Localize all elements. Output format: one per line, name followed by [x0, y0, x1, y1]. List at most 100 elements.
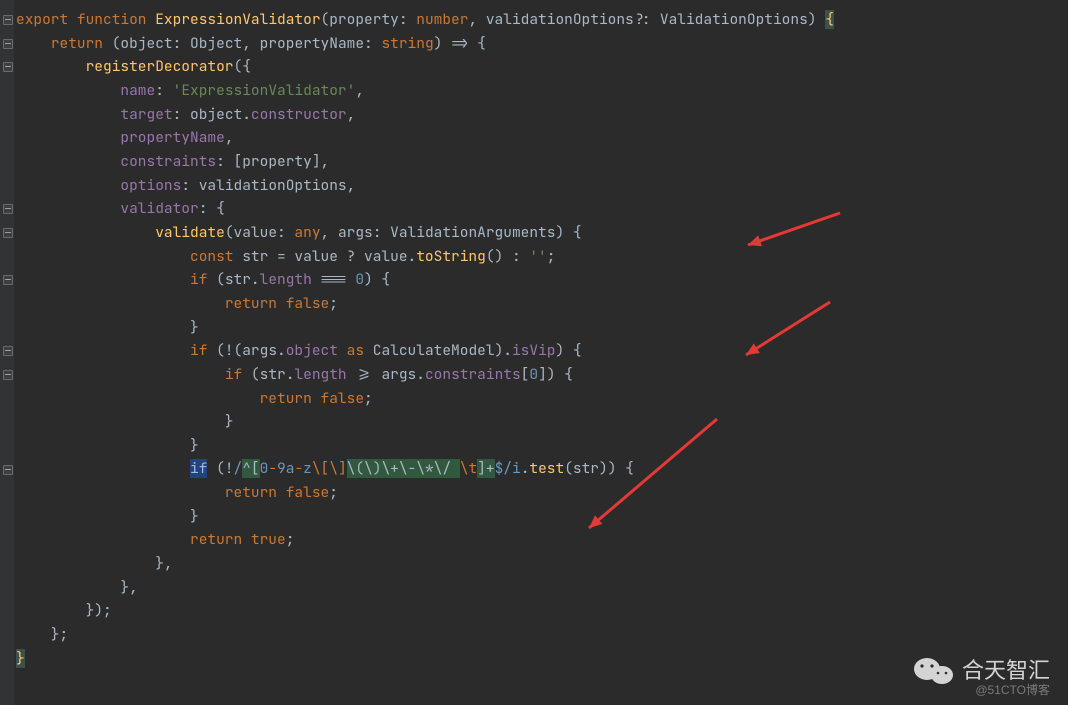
code-line[interactable]: target: object.constructor, [16, 103, 834, 127]
token [16, 176, 120, 195]
fold-toggle-icon[interactable] [3, 15, 13, 25]
code-line[interactable]: validate(value: any, args: ValidationArg… [16, 221, 834, 245]
token: . [242, 105, 251, 124]
token: const [190, 247, 234, 266]
code-line[interactable]: name: 'ExpressionValidator', [16, 79, 834, 103]
code-line[interactable]: return (object: Object, propertyName: st… [16, 32, 834, 56]
token: ). [495, 341, 512, 360]
code-line[interactable]: options: validationOptions, [16, 174, 834, 198]
code-line[interactable]: export function ExpressionValidator(prop… [16, 8, 834, 32]
token: \[ [312, 459, 329, 478]
token: : [155, 81, 172, 100]
code-line[interactable]: }); [16, 599, 834, 623]
token: } [16, 649, 25, 668]
token: str [242, 247, 268, 266]
code-line[interactable]: } [16, 410, 834, 434]
token: , [347, 105, 356, 124]
token: , [468, 10, 485, 29]
code-line[interactable]: if (str.length === 0) { [16, 268, 834, 292]
token: args [338, 223, 373, 242]
token: '' [529, 247, 546, 266]
token: validationOptions [486, 10, 634, 29]
token: export [16, 10, 68, 29]
token: ValidationArguments [390, 223, 555, 242]
token: } [16, 507, 199, 526]
token: propertyName [260, 34, 364, 53]
token: : [277, 223, 294, 242]
fold-toggle-icon[interactable] [3, 204, 13, 214]
code-line[interactable]: constraints: [property], [16, 150, 834, 174]
token: propertyName [120, 128, 224, 147]
code-line[interactable]: validator: { [16, 197, 834, 221]
token: \] [329, 459, 346, 478]
token: property [329, 10, 399, 29]
token: ^[ [242, 459, 259, 478]
code-line[interactable]: } [16, 316, 834, 340]
token: 0 [529, 365, 538, 384]
token: / [234, 459, 243, 478]
token [16, 270, 190, 289]
code-line[interactable]: if (str.length >= args.constraints[0]) { [16, 363, 834, 387]
token [16, 365, 225, 384]
code-line[interactable]: registerDecorator({ [16, 55, 834, 79]
code-line[interactable]: propertyName, [16, 126, 834, 150]
token: value [294, 247, 338, 266]
token: any [294, 223, 320, 242]
token: string [381, 34, 433, 53]
token: ( [321, 10, 330, 29]
fold-toggle-icon[interactable] [3, 346, 13, 356]
token: false [321, 389, 365, 408]
fold-toggle-icon[interactable] [3, 465, 13, 475]
fold-toggle-icon[interactable] [3, 62, 13, 72]
token: } [16, 412, 234, 431]
token [277, 483, 286, 502]
code-line[interactable]: return false; [16, 387, 834, 411]
token [242, 530, 251, 549]
token: if [190, 270, 207, 289]
token [16, 294, 225, 313]
token: Object [190, 34, 242, 53]
code-line[interactable]: return false; [16, 292, 834, 316]
token: constraints [120, 152, 216, 171]
token: value [234, 223, 278, 242]
code-line[interactable]: return true; [16, 528, 834, 552]
token: ) { [364, 270, 390, 289]
code-line[interactable]: }, [16, 576, 834, 600]
token: options [120, 176, 181, 195]
token: (!( [207, 341, 242, 360]
token: >= [347, 365, 382, 384]
token [16, 128, 120, 147]
code-area[interactable]: export function ExpressionValidator(prop… [16, 8, 834, 670]
token [147, 10, 156, 29]
token: (! [207, 459, 233, 478]
code-line[interactable]: const str = value ? value.toString() : '… [16, 245, 834, 269]
token: args [242, 341, 277, 360]
token: args [381, 365, 416, 384]
fold-toggle-icon[interactable] [3, 39, 13, 49]
token: ? [338, 247, 364, 266]
token: , [242, 34, 259, 53]
code-line[interactable]: } [16, 647, 834, 671]
code-line[interactable]: }; [16, 623, 834, 647]
code-line[interactable]: return false; [16, 481, 834, 505]
token [16, 483, 225, 502]
code-line[interactable]: if (!/^[0-9a-z\[\]\(\)\+\-\*\/ \t]+$/i.t… [16, 457, 834, 481]
token: ) => { [434, 34, 486, 53]
token [312, 389, 321, 408]
token: str [573, 459, 599, 478]
token [16, 247, 190, 266]
token: : [173, 105, 190, 124]
token: ( [225, 223, 234, 242]
token: true [251, 530, 286, 549]
code-line[interactable]: if (!(args.object as CalculateModel).isV… [16, 339, 834, 363]
token: 'ExpressionValidator' [173, 81, 356, 100]
code-line[interactable]: } [16, 434, 834, 458]
fold-toggle-icon[interactable] [3, 275, 13, 285]
code-line[interactable]: } [16, 505, 834, 529]
fold-toggle-icon[interactable] [3, 228, 13, 238]
token: . [251, 270, 260, 289]
token: name [120, 81, 155, 100]
token: } [16, 436, 199, 455]
code-line[interactable]: }, [16, 552, 834, 576]
fold-toggle-icon[interactable] [3, 370, 13, 380]
